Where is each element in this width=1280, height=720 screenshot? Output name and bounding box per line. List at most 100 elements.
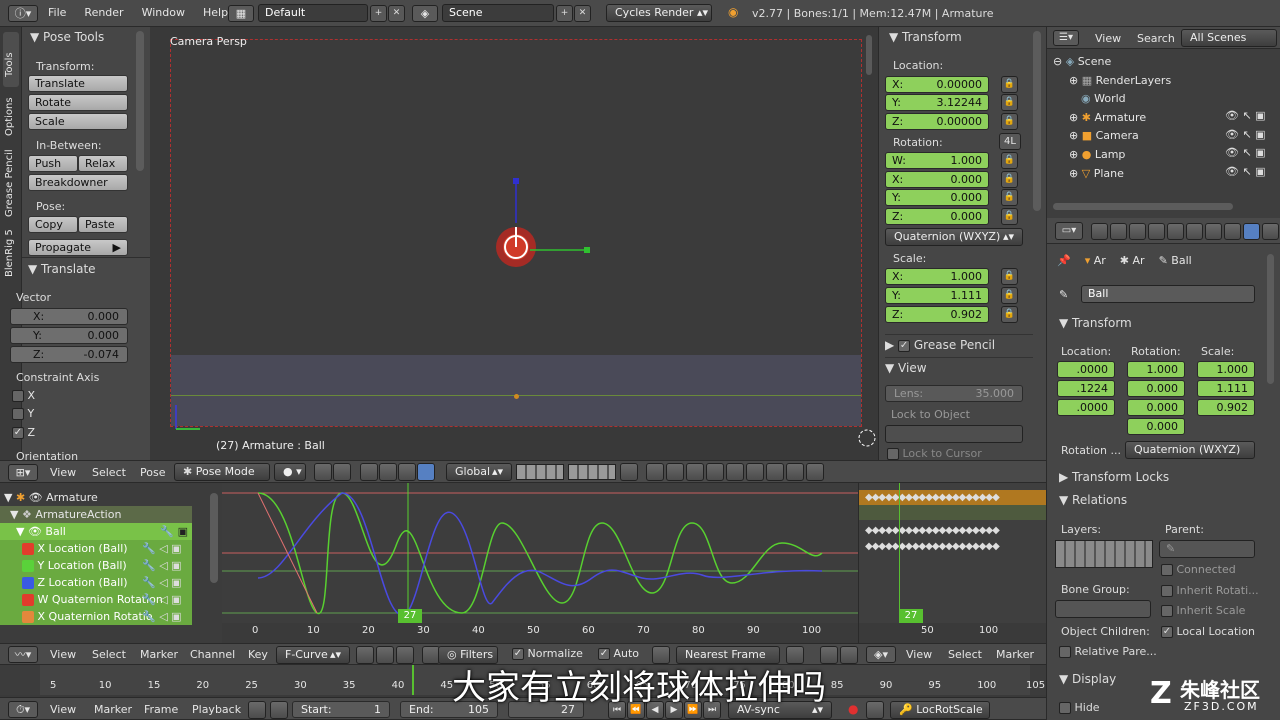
outliner-camera[interactable]: ⊕ ■ Camera	[1053, 127, 1171, 146]
pin-icon[interactable]: 📌	[1057, 254, 1071, 267]
hide-checkbox[interactable]: Hide	[1059, 701, 1100, 714]
n-scale-y-lock-icon[interactable]: 🔒	[1001, 287, 1018, 304]
auto-checkbox[interactable]: ✓ Auto	[598, 647, 639, 660]
n-scale-z[interactable]: Z: 0.902	[885, 306, 989, 323]
props-rot-z[interactable]: 0.000	[1127, 418, 1185, 435]
display-header[interactable]: ▼ Display	[1059, 672, 1116, 686]
connected-checkbox[interactable]: Connected	[1161, 563, 1236, 576]
n-rot-y-lock-icon[interactable]: 🔒	[1001, 189, 1018, 206]
layout-close-icon[interactable]: ✕	[388, 5, 405, 22]
outliner-search-menu[interactable]: Search	[1137, 32, 1175, 45]
n-rot-w-lock-icon[interactable]: 🔒	[1001, 152, 1018, 169]
n-rot-x-lock-icon[interactable]: 🔒	[1001, 171, 1018, 188]
n-scale-x[interactable]: X: 1.000	[885, 268, 989, 285]
dope-current-frame-indicator[interactable]: 27	[899, 609, 923, 623]
menu-file[interactable]: File	[48, 6, 66, 19]
render-engine-dropdown[interactable]: Cycles Render ▴▾	[606, 4, 712, 22]
constraint-x-checkbox[interactable]: X	[12, 389, 35, 402]
graph-editor[interactable]: 27 0 10 20 30 40 50 60 70 80 90 100	[222, 483, 858, 643]
outliner-renderlayers[interactable]: ⊕ ▦ RenderLayers	[1053, 72, 1171, 91]
channel-x-location[interactable]: X Location (Ball) 🔧 ◁ ▣	[0, 540, 192, 557]
graph-menu-key[interactable]: Key	[248, 648, 268, 661]
dope-menu-view[interactable]: View	[906, 648, 932, 661]
outliner-world[interactable]: ◉ World	[1053, 90, 1171, 109]
channel-armature[interactable]: ▼ ✱ 👁 Armature	[0, 489, 192, 506]
vector-z-field[interactable]: Z: -0.074	[10, 346, 128, 363]
graph-menu-view[interactable]: View	[50, 648, 76, 661]
props-transform-header[interactable]: ▼ Transform	[1059, 316, 1132, 330]
constraint-y-checkbox[interactable]: Y	[12, 407, 34, 420]
n-loc-z-lock-icon[interactable]: 🔒	[1001, 113, 1018, 130]
outliner-display-dropdown[interactable]: All Scenes	[1181, 29, 1277, 47]
props-rot-w[interactable]: 1.000	[1127, 361, 1185, 378]
layout-icon[interactable]: ▦	[228, 5, 254, 22]
n-rot-x[interactable]: X: 0.000	[885, 171, 989, 188]
grease-pencil-header[interactable]: ▶ ✓ Grease Pencil	[885, 334, 1033, 354]
props-loc-y[interactable]: .1224	[1057, 380, 1115, 397]
outliner-armature[interactable]: ⊕ ✱ Armature	[1053, 109, 1171, 128]
view3d-menu-view[interactable]: View	[50, 466, 76, 479]
props-scale-z[interactable]: 0.902	[1197, 399, 1255, 416]
pivot-and-snap-icons[interactable]	[314, 463, 435, 481]
lock-object-field[interactable]	[885, 425, 1023, 443]
relations-header[interactable]: ▼ Relations	[1059, 493, 1127, 507]
view3d-menu-pose[interactable]: Pose	[140, 466, 165, 479]
n-scale-z-lock-icon[interactable]: 🔒	[1001, 306, 1018, 323]
graph-editor-icon[interactable]: 〰▾	[8, 646, 38, 663]
props-loc-x[interactable]: .0000	[1057, 361, 1115, 378]
channel-group-ball[interactable]: ▼ 👁 Ball 🔧 ▣	[0, 523, 192, 540]
relative-parent-checkbox[interactable]: Relative Pare...	[1059, 645, 1157, 658]
n-scale-x-lock-icon[interactable]: 🔒	[1001, 268, 1018, 285]
menu-window[interactable]: Window	[142, 6, 185, 19]
orientation-dropdown[interactable]: Global ▴▾	[446, 463, 512, 481]
dope-editor-icon[interactable]: ◈▾	[866, 646, 896, 663]
n-loc-y-lock-icon[interactable]: 🔒	[1001, 94, 1018, 111]
scale-button[interactable]: Scale	[28, 113, 128, 130]
paste-button[interactable]: Paste	[78, 216, 128, 233]
translate-button[interactable]: Translate	[28, 75, 128, 92]
view3d-menu-select[interactable]: Select	[92, 466, 126, 479]
current-frame-indicator[interactable]: 27	[398, 609, 422, 623]
outliner-hscrollbar[interactable]	[1053, 203, 1233, 210]
lock-range-icon[interactable]	[270, 701, 288, 719]
transform-locks-header[interactable]: ▶ Transform Locks	[1059, 470, 1169, 484]
layer-buttons-2[interactable]	[568, 464, 616, 480]
timeline-menu-playback[interactable]: Playback	[192, 703, 241, 716]
n-loc-x[interactable]: X: 0.00000	[885, 76, 989, 93]
scene-close-icon[interactable]: ✕	[574, 5, 591, 22]
propagate-button[interactable]: Propagate ▶	[28, 239, 128, 256]
normalize-checkbox[interactable]: ✓ Normalize	[512, 647, 583, 660]
graph-mode-dropdown[interactable]: F-Curve ▴▾	[276, 646, 350, 664]
channel-x-quat[interactable]: X Quaternion Rotatio 🔧 ◁ ▣	[0, 608, 192, 625]
outliner-lamp[interactable]: ⊕ ● Lamp	[1053, 146, 1171, 165]
outliner-plane[interactable]: ⊕ ▽ Plane	[1053, 165, 1171, 184]
outliner-visibility-icons[interactable]: 👁 ↖ ▣ 👁 ↖ ▣ 👁 ↖ ▣ 👁 ↖ ▣	[1225, 107, 1266, 181]
layer-buttons[interactable]	[516, 464, 564, 480]
props-loc-z[interactable]: .0000	[1057, 399, 1115, 416]
rotate-button[interactable]: Rotate	[28, 94, 128, 111]
relax-button[interactable]: Relax	[78, 155, 128, 172]
props-editor-icon[interactable]: ▭▾	[1055, 222, 1083, 240]
start-frame-field[interactable]: Start: 1	[292, 701, 390, 718]
n-scale-y[interactable]: Y: 1.111	[885, 287, 989, 304]
constraint-z-checkbox[interactable]: ✓ Z	[12, 426, 35, 439]
n-rotation-mode-dropdown[interactable]: Quaternion (WXYZ) ▴▾	[885, 228, 1023, 246]
timeline-editor-icon[interactable]: ⏱▾	[8, 701, 38, 718]
record-icon[interactable]: ●	[848, 702, 858, 716]
props-rotation-mode-dropdown[interactable]: Quaternion (WXYZ)▴▾	[1125, 441, 1255, 459]
inherit-scale-checkbox[interactable]: Inherit Scale	[1161, 604, 1245, 617]
channel-y-location[interactable]: Y Location (Ball) 🔧 ◁ ▣	[0, 557, 192, 574]
preview-range-icon[interactable]	[248, 701, 266, 719]
layout-field[interactable]: Default	[258, 4, 368, 22]
props-context-tabs[interactable]	[1091, 223, 1279, 240]
graph-view-icons[interactable]	[356, 646, 440, 664]
timeline-menu-frame[interactable]: Frame	[144, 703, 178, 716]
pose-tools-header[interactable]: ▼ Pose Tools	[30, 30, 104, 44]
n-loc-x-lock-icon[interactable]: 🔒	[1001, 76, 1018, 93]
local-location-checkbox[interactable]: ✓ Local Location	[1161, 625, 1255, 638]
n-loc-y[interactable]: Y: 3.12244	[885, 94, 989, 111]
crumb-bone[interactable]: ✎ Ball	[1159, 254, 1192, 267]
bone-gizmo[interactable]	[480, 167, 600, 277]
bone-group-field[interactable]	[1055, 600, 1151, 618]
n-loc-z[interactable]: Z: 0.00000	[885, 113, 989, 130]
